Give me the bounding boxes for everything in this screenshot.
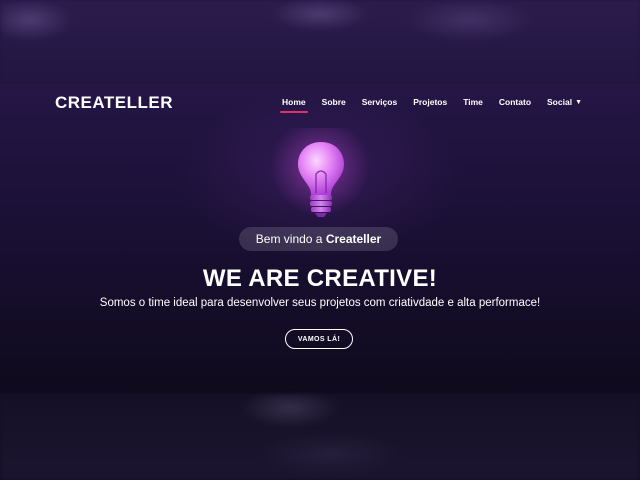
hero-subtitle: Somos o time ideal para desenvolver seus… [99, 297, 541, 309]
navbar: CREATELLER Home Sobre Serviços Projetos … [0, 84, 640, 124]
welcome-text: Bem vindo a [255, 232, 326, 246]
nav-item-servicos[interactable]: Serviços [362, 97, 397, 107]
welcome-brand: Createller [325, 232, 382, 246]
lightbulb-icon [298, 142, 344, 217]
nav-item-sobre[interactable]: Sobre [322, 97, 346, 107]
blurred-background-top [0, 0, 640, 84]
brand-logo[interactable]: CREATELLER [55, 93, 173, 113]
nav-item-time[interactable]: Time [463, 97, 483, 107]
chevron-down-icon: ▼ [575, 99, 582, 106]
blurred-background-bottom [0, 394, 640, 480]
nav-item-social-label: Social [547, 97, 573, 107]
nav-item-home[interactable]: Home [280, 97, 308, 113]
nav-item-projetos[interactable]: Projetos [413, 97, 447, 107]
welcome-badge: Bem vindo a Createller [239, 227, 398, 251]
hero-headline: WE ARE CREATIVE! [202, 265, 438, 292]
main-nav: Home Sobre Serviços Projetos Time Contat… [280, 97, 582, 113]
page: CREATELLER Home Sobre Serviços Projetos … [0, 0, 640, 480]
nav-item-social[interactable]: Social ▼ [547, 97, 582, 107]
nav-item-contato[interactable]: Contato [499, 97, 531, 107]
cta-button[interactable]: VAMOS LÁ! [285, 329, 353, 349]
